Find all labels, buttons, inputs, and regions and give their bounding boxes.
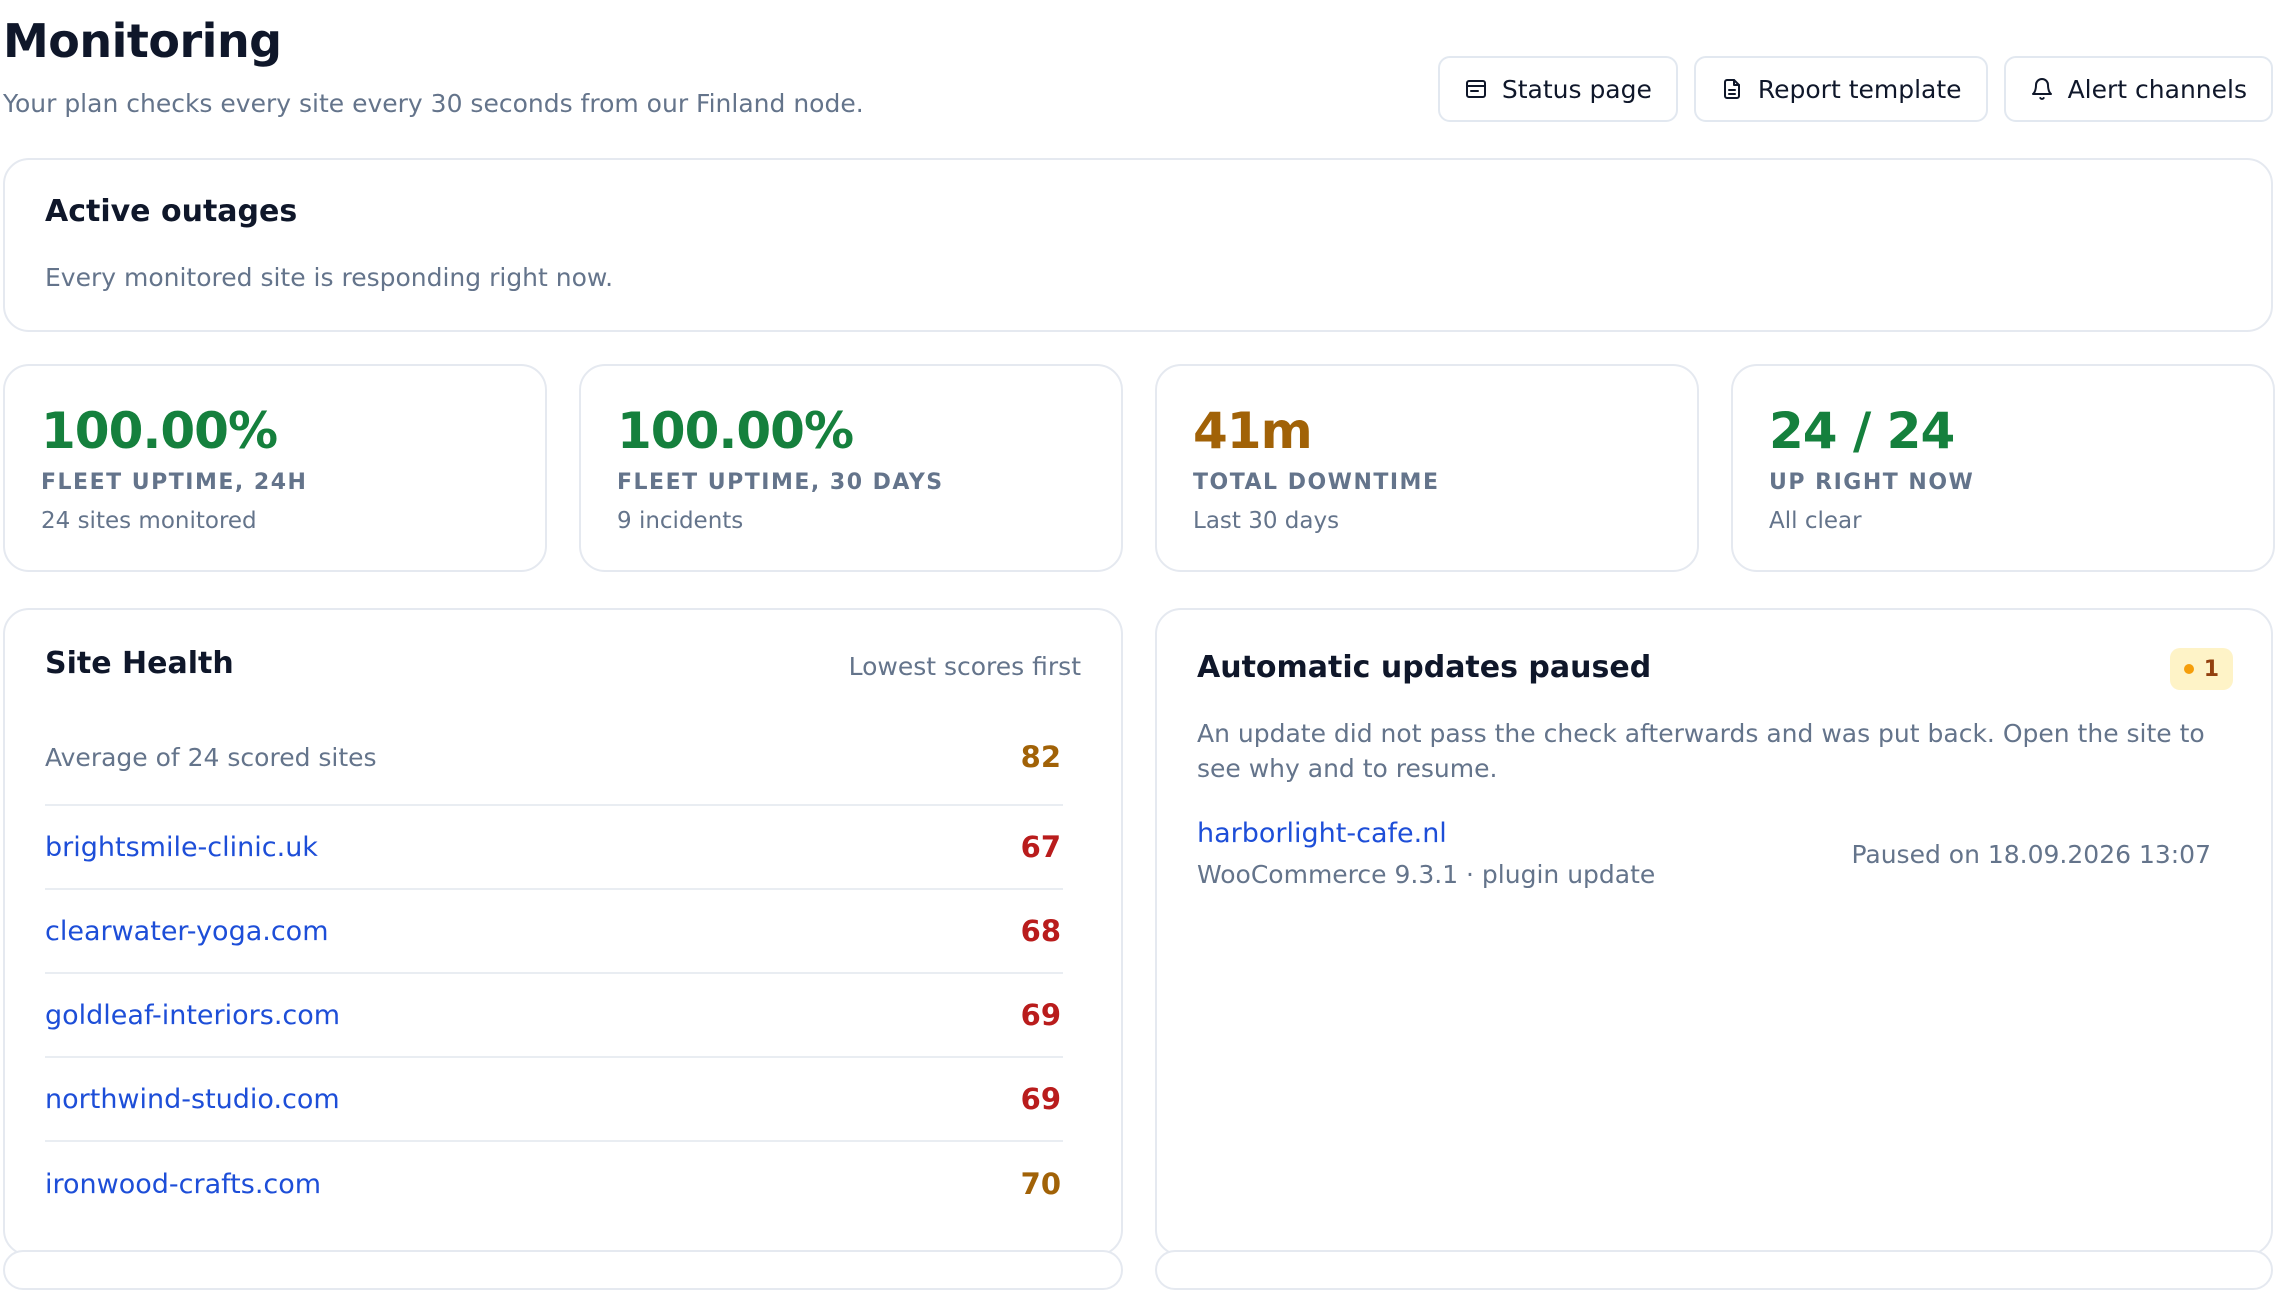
paused-date: Paused on 18.09.2026 13:07 — [1851, 840, 2211, 869]
site-health-row: goldleaf-interiors.com 69 — [45, 974, 1063, 1058]
site-health-row: clearwater-yoga.com 68 — [45, 890, 1063, 974]
site-health-title: Site Health — [45, 646, 234, 681]
site-link[interactable]: northwind-studio.com — [45, 1084, 340, 1115]
site-link[interactable]: clearwater-yoga.com — [45, 916, 329, 947]
stat-note: All clear — [1769, 508, 1862, 534]
site-health-list: Average of 24 scored sites 82 brightsmil… — [45, 710, 1063, 1226]
stat-value: 100.00% — [617, 402, 854, 460]
stat-label: FLEET UPTIME, 30 DAYS — [617, 470, 944, 495]
alert-channels-label: Alert channels — [2067, 74, 2247, 104]
stat-value: 100.00% — [41, 402, 278, 460]
site-score: 69 — [1020, 1082, 1061, 1116]
report-template-button[interactable]: Report template — [1693, 56, 1988, 122]
active-outages-title: Active outages — [45, 194, 298, 229]
site-health-row: northwind-studio.com 69 — [45, 1058, 1063, 1142]
stat-label: FLEET UPTIME, 24H — [41, 470, 308, 495]
status-page-label: Status page — [1501, 74, 1652, 104]
stat-label: UP RIGHT NOW — [1769, 470, 1975, 495]
site-health-row: ironwood-crafts.com 70 — [45, 1142, 1063, 1226]
active-outages-card: Active outages Every monitored site is r… — [3, 158, 2273, 332]
stat-value: 41m — [1193, 402, 1313, 460]
active-outages-message: Every monitored site is responding right… — [45, 263, 614, 292]
site-link[interactable]: ironwood-crafts.com — [45, 1169, 321, 1200]
paused-count-badge: 1 — [2169, 648, 2233, 690]
site-health-average-row: Average of 24 scored sites 82 — [45, 710, 1063, 806]
stat-card-uptime-30d: 100.00% FLEET UPTIME, 30 DAYS 9 incident… — [579, 364, 1123, 572]
status-page-button[interactable]: Status page — [1437, 56, 1678, 122]
average-score: 82 — [1020, 740, 1061, 774]
window-icon — [1465, 80, 1486, 98]
updates-paused-card: Automatic updates paused 1 An update did… — [1155, 608, 2273, 1256]
stat-value: 24 / 24 — [1769, 402, 1955, 460]
updates-paused-description: An update did not pass the check afterwa… — [1197, 719, 2205, 783]
site-link[interactable]: goldleaf-interiors.com — [45, 1000, 340, 1031]
alert-channels-button[interactable]: Alert channels — [2003, 56, 2273, 122]
updates-paused-title: Automatic updates paused — [1197, 650, 1652, 685]
paused-count: 1 — [2203, 656, 2219, 682]
site-score: 69 — [1020, 998, 1061, 1032]
report-template-label: Report template — [1757, 74, 1962, 104]
page-header: Monitoring Your plan checks every site e… — [3, 0, 2273, 150]
site-health-card: Site Health Lowest scores first Average … — [3, 608, 1123, 1256]
site-link[interactable]: brightsmile-clinic.uk — [45, 832, 318, 863]
stat-note: Last 30 days — [1193, 508, 1340, 534]
site-health-sort-label: Lowest scores first — [848, 652, 1081, 681]
monitoring-page: Monitoring Your plan checks every site e… — [3, 0, 2275, 1290]
paused-site-link[interactable]: harborlight-cafe.nl — [1197, 818, 1447, 849]
bell-icon — [2031, 78, 2052, 100]
site-score: 70 — [1020, 1167, 1061, 1201]
stat-note: 24 sites monitored — [41, 508, 257, 534]
header-actions: Status page Report template Alert channe… — [1437, 56, 2273, 122]
warning-dot-icon — [2183, 664, 2194, 674]
stat-card-total-downtime: 41m TOTAL DOWNTIME Last 30 days — [1155, 364, 1699, 572]
stat-card-up-right-now: 24 / 24 UP RIGHT NOW All clear — [1731, 364, 2275, 572]
average-label: Average of 24 scored sites — [45, 742, 377, 772]
site-health-row: brightsmile-clinic.uk 67 — [45, 806, 1063, 890]
stat-card-uptime-24h: 100.00% FLEET UPTIME, 24H 24 sites monit… — [3, 364, 547, 572]
next-card-left — [3, 1250, 1123, 1290]
stat-note: 9 incidents — [617, 508, 744, 534]
paused-update-detail: WooCommerce 9.3.1 · plugin update — [1197, 860, 1656, 889]
site-score: 67 — [1020, 830, 1061, 864]
stat-label: TOTAL DOWNTIME — [1193, 470, 1440, 495]
next-card-right — [1155, 1250, 2273, 1290]
page-title: Monitoring — [3, 14, 282, 68]
page-subtitle: Your plan checks every site every 30 sec… — [3, 89, 864, 118]
site-score: 68 — [1020, 914, 1061, 948]
document-icon — [1723, 79, 1740, 99]
